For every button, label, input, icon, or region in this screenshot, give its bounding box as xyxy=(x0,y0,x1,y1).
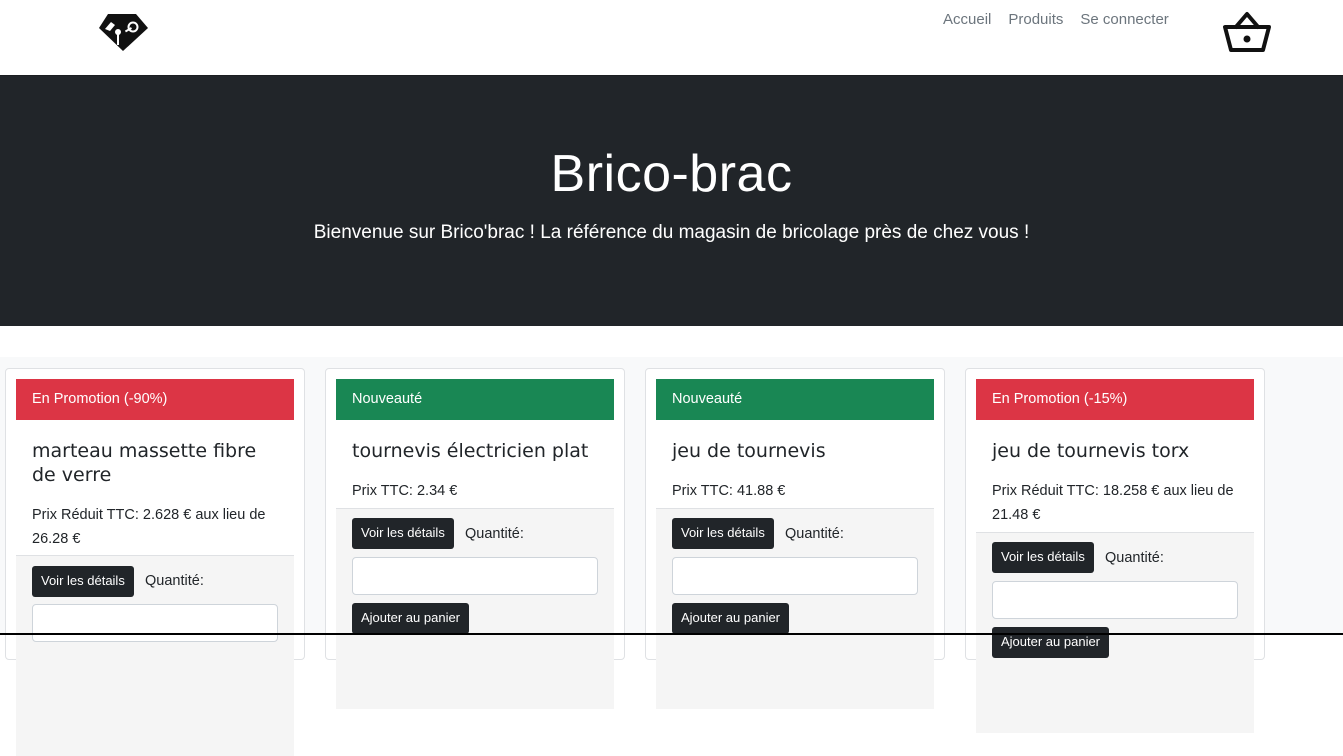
product-price: Prix TTC: 2.34 € xyxy=(352,483,458,499)
product-name: jeu de tournevis xyxy=(672,440,826,462)
quantity-input[interactable] xyxy=(992,581,1238,619)
promo-badge: En Promotion (-15%) xyxy=(976,379,1254,420)
basket-icon[interactable] xyxy=(1222,10,1272,54)
product-card: En Promotion (-90%) marteau massette fib… xyxy=(5,368,305,756)
quantity-input[interactable] xyxy=(672,557,918,595)
details-button[interactable]: Voir les détails xyxy=(32,566,134,597)
nav-link-accueil[interactable]: Accueil xyxy=(943,10,991,30)
add-to-cart-button[interactable]: Ajouter au panier xyxy=(352,603,470,634)
toolbox-gem-logo-icon[interactable] xyxy=(96,11,150,53)
product-grid: En Promotion (-90%) marteau massette fib… xyxy=(0,357,1343,756)
card-footer: Voir les détails Quantité: xyxy=(16,555,294,756)
quantity-input[interactable] xyxy=(352,557,598,595)
hero-banner: Brico-brac Bienvenue sur Brico'brac ! La… xyxy=(0,75,1343,326)
add-to-cart-button[interactable]: Ajouter au panier xyxy=(992,627,1110,658)
card-footer: Voir les détails Quantité: Ajouter au pa… xyxy=(656,508,934,709)
details-button[interactable]: Voir les détails xyxy=(352,518,454,549)
add-to-cart-button[interactable]: Ajouter au panier xyxy=(672,603,790,634)
new-badge: Nouveauté xyxy=(656,379,934,420)
product-name: jeu de tournevis torx xyxy=(992,440,1190,462)
quantity-label: Quantité: xyxy=(1105,550,1164,566)
new-badge: Nouveauté xyxy=(336,379,614,420)
product-card: Nouveauté tournevis électricien plat Pri… xyxy=(325,368,625,709)
details-button[interactable]: Voir les détails xyxy=(672,518,774,549)
hero-lead: Bienvenue sur Brico'brac ! La référence … xyxy=(313,222,1030,243)
quantity-label: Quantité: xyxy=(465,526,524,542)
product-name: tournevis électricien plat xyxy=(352,440,589,462)
product-price: Prix Réduit TTC: 2.628 € aux lieu de 26.… xyxy=(32,507,266,547)
promo-badge: En Promotion (-90%) xyxy=(16,379,294,420)
card-footer: Voir les détails Quantité: Ajouter au pa… xyxy=(336,508,614,709)
quantity-input[interactable] xyxy=(32,604,278,642)
product-card: En Promotion (-15%) jeu de tournevis tor… xyxy=(965,368,1265,733)
product-price: Prix Réduit TTC: 18.258 € aux lieu de 21… xyxy=(992,483,1234,523)
product-card: Nouveauté jeu de tournevis Prix TTC: 41.… xyxy=(645,368,945,709)
hero-title: Brico-brac xyxy=(550,145,793,203)
nav-link-se-connecter[interactable]: Se connecter xyxy=(1080,10,1168,30)
nav-links: Accueil Produits Se connecter xyxy=(943,10,1186,30)
quantity-label: Quantité: xyxy=(145,573,204,589)
quantity-label: Quantité: xyxy=(785,526,844,542)
nav-link-produits[interactable]: Produits xyxy=(1008,10,1063,30)
product-name: marteau massette fibre de verre xyxy=(32,440,257,486)
product-price: Prix TTC: 41.88 € xyxy=(672,483,786,499)
navbar: Accueil Produits Se connecter xyxy=(0,0,1343,75)
details-button[interactable]: Voir les détails xyxy=(992,542,1094,573)
